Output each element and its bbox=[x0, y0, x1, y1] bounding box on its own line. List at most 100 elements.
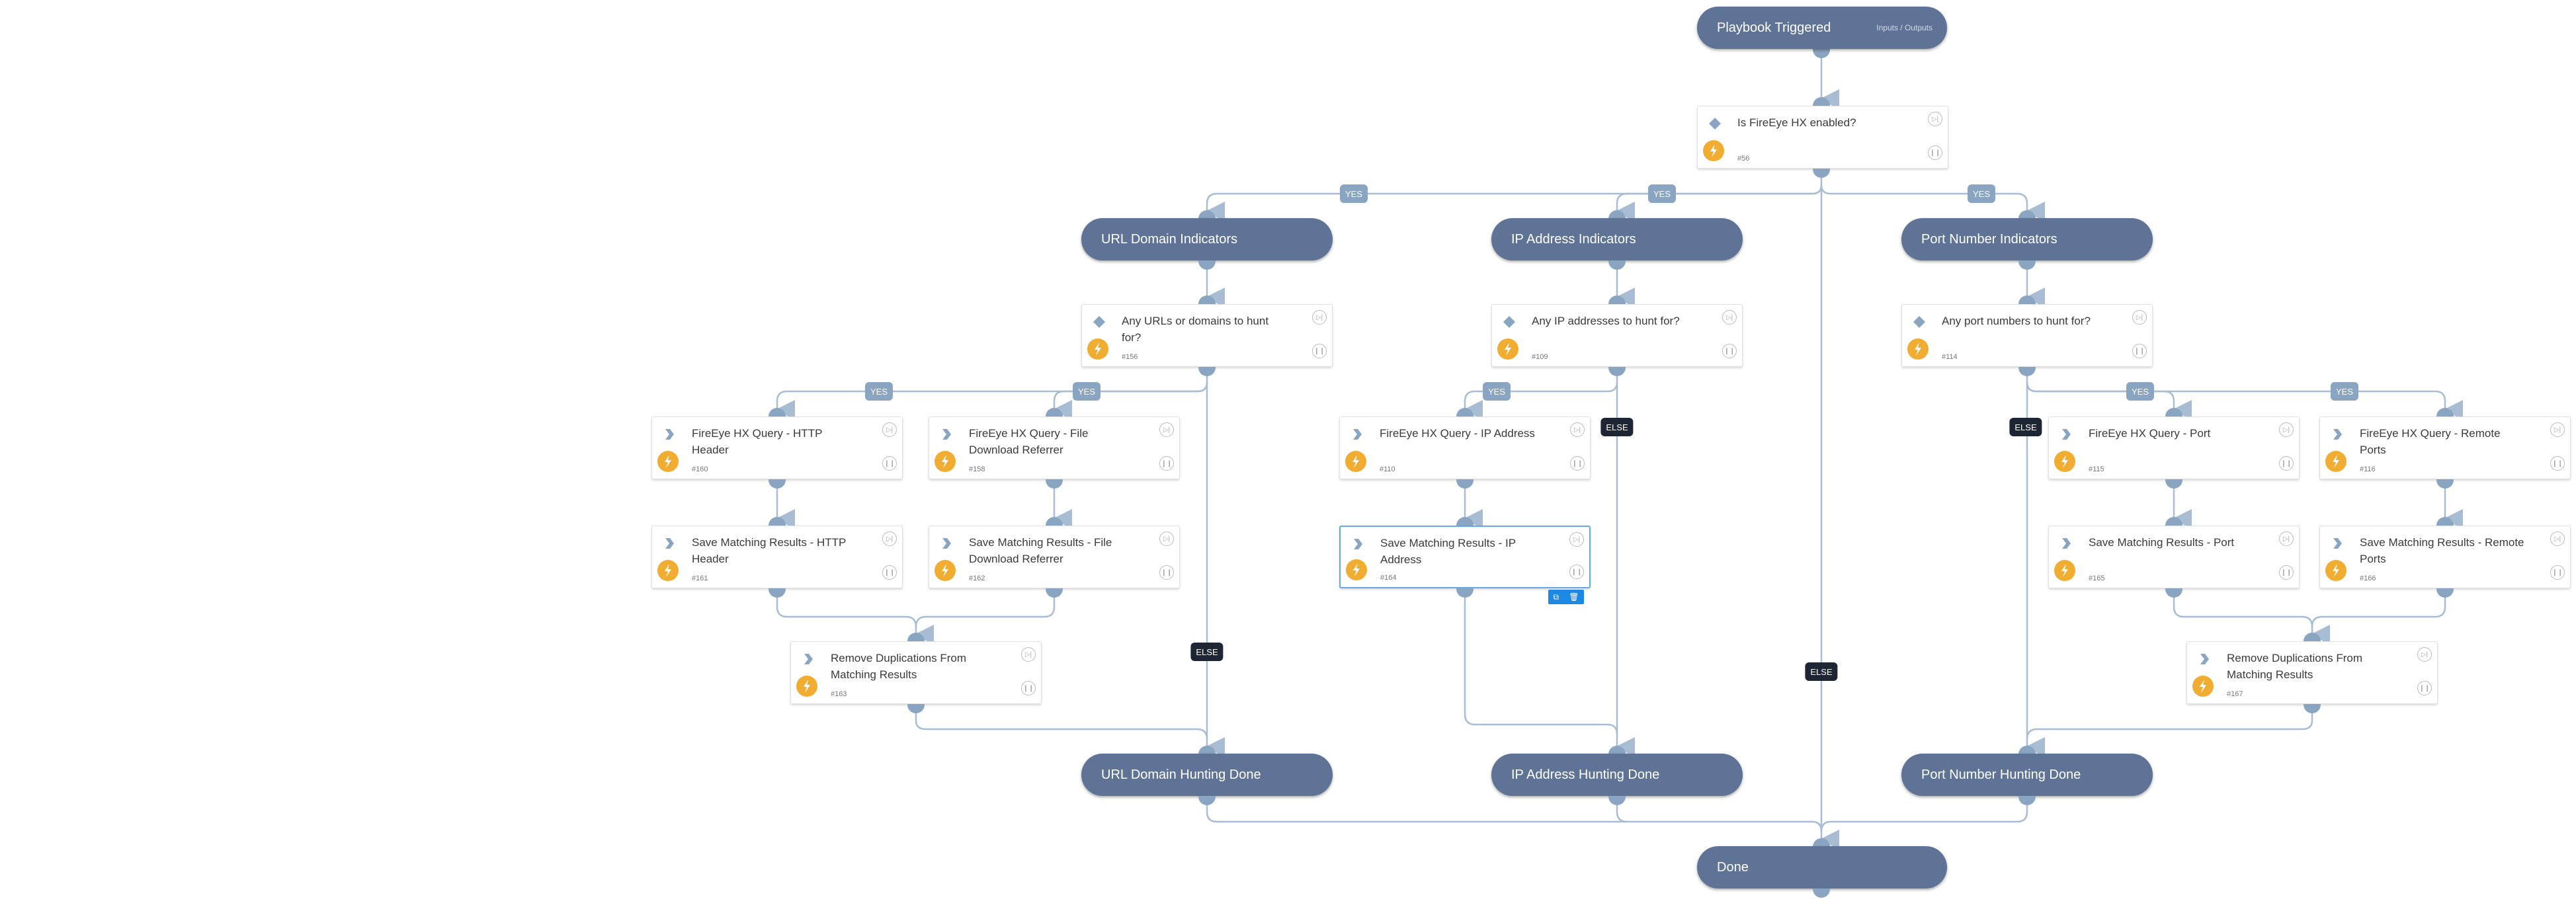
pause-icon[interactable]: ❙❙ bbox=[882, 456, 897, 471]
playbook-task[interactable]: FireEye HX Query - Remote Ports #116 ▷| ❙❙ bbox=[2319, 416, 2571, 479]
skip-icon[interactable]: ▷| bbox=[882, 531, 897, 546]
task-id: #56 bbox=[1737, 155, 1750, 163]
pause-icon[interactable]: ❙❙ bbox=[2279, 456, 2294, 471]
playbook-task[interactable]: FireEye HX Query - HTTP Header #160 ▷| ❙❙ bbox=[651, 416, 903, 479]
skip-icon[interactable]: ▷| bbox=[2550, 531, 2565, 546]
task-id: #166 bbox=[2360, 574, 2376, 582]
task-id: #160 bbox=[692, 465, 708, 473]
skip-icon[interactable]: ▷| bbox=[2417, 647, 2432, 662]
else-branch-label: ELSE bbox=[1805, 662, 1838, 681]
pause-icon[interactable]: ❙❙ bbox=[1569, 565, 1584, 579]
skip-icon[interactable]: ▷| bbox=[2279, 531, 2294, 546]
automation-bolt-icon bbox=[1346, 559, 1367, 580]
skip-icon[interactable]: ▷| bbox=[1928, 112, 1942, 126]
pause-icon[interactable]: ❙❙ bbox=[2417, 681, 2432, 695]
trash-icon[interactable]: 🗑 bbox=[1569, 592, 1579, 602]
automation-bolt-icon bbox=[2192, 676, 2214, 697]
skip-icon[interactable]: ▷| bbox=[1021, 647, 1036, 662]
yes-branch-label: YES bbox=[864, 382, 893, 401]
playbook-task[interactable]: Save Matching Results - Remote Ports #166… bbox=[2319, 526, 2571, 588]
section-label: IP Address Indicators bbox=[1511, 231, 1636, 247]
pause-icon[interactable]: ❙❙ bbox=[1021, 681, 1036, 695]
condition-task[interactable]: Any port numbers to hunt for? #114 ▷| ❙❙ bbox=[1901, 304, 2153, 367]
pause-icon[interactable]: ❙❙ bbox=[882, 565, 897, 580]
skip-icon[interactable]: ▷| bbox=[1159, 531, 1174, 546]
condition-diamond-icon bbox=[1093, 316, 1105, 328]
pause-icon[interactable]: ❙❙ bbox=[2550, 456, 2565, 471]
section-ip-address-indicators[interactable]: IP Address Indicators bbox=[1491, 218, 1743, 260]
automation-bolt-icon bbox=[1345, 451, 1366, 472]
section-label: URL Domain Hunting Done bbox=[1101, 767, 1261, 782]
chevron-right-icon bbox=[2333, 538, 2342, 549]
section-label: Port Number Indicators bbox=[1921, 231, 2057, 247]
yes-branch-label: YES bbox=[1072, 382, 1101, 401]
yes-branch-label: YES bbox=[1482, 382, 1511, 401]
pause-icon[interactable]: ❙❙ bbox=[1722, 344, 1737, 358]
condition-diamond-icon bbox=[1503, 316, 1515, 328]
edge bbox=[915, 593, 1056, 627]
task-id: #163 bbox=[831, 690, 847, 698]
chevron-right-icon bbox=[804, 654, 813, 664]
pause-icon[interactable]: ❙❙ bbox=[1928, 145, 1942, 160]
playbook-task[interactable]: Save Matching Results - Port #165 ▷| ❙❙ bbox=[2048, 526, 2300, 588]
edge bbox=[1206, 801, 1823, 832]
section-port-number-indicators[interactable]: Port Number Indicators bbox=[1901, 218, 2153, 260]
section-port-number-hunting-done[interactable]: Port Number Hunting Done bbox=[1901, 754, 2153, 796]
pause-icon[interactable]: ❙❙ bbox=[1570, 456, 1585, 471]
copy-icon[interactable]: ⧉ bbox=[1554, 592, 1559, 602]
edge bbox=[2173, 593, 2330, 645]
task-title: FireEye HX Query - Remote Ports bbox=[2360, 427, 2501, 456]
skip-icon[interactable]: ▷| bbox=[882, 422, 897, 437]
pause-icon[interactable]: ❙❙ bbox=[2550, 565, 2565, 580]
pause-icon[interactable]: ❙❙ bbox=[2279, 565, 2294, 580]
skip-icon[interactable]: ▷| bbox=[1569, 532, 1584, 547]
else-branch-label: ELSE bbox=[1600, 418, 1634, 436]
task-id: #164 bbox=[1380, 574, 1397, 582]
pause-icon[interactable]: ❙❙ bbox=[1159, 565, 1174, 580]
yes-branch-label: YES bbox=[1339, 184, 1368, 203]
playbook-triggered-node[interactable]: Playbook Triggered Inputs / Outputs bbox=[1697, 7, 1947, 49]
automation-bolt-icon bbox=[657, 451, 679, 472]
task-title: Save Matching Results - Remote Ports bbox=[2360, 536, 2524, 565]
task-title: Save Matching Results - File Download Re… bbox=[969, 536, 1112, 565]
done-node[interactable]: Done bbox=[1697, 846, 1947, 888]
pause-icon[interactable]: ❙❙ bbox=[1312, 344, 1327, 358]
condition-task[interactable]: Any URLs or domains to hunt for? #156 ▷| ❙❙ bbox=[1081, 304, 1333, 367]
edge bbox=[776, 593, 934, 645]
chevron-right-icon bbox=[2200, 654, 2209, 664]
playbook-task[interactable]: FireEye HX Query - IP Address #110 ▷| ❙❙ bbox=[1339, 416, 1591, 479]
playbook-task[interactable]: FireEye HX Query - Port #115 ▷| ❙❙ bbox=[2048, 416, 2300, 479]
skip-icon[interactable]: ▷| bbox=[2279, 422, 2294, 437]
task-title: FireEye HX Query - IP Address bbox=[1380, 427, 1535, 440]
playbook-task[interactable]: Save Matching Results - HTTP Header #161 ▷… bbox=[651, 526, 903, 588]
automation-bolt-icon bbox=[2325, 560, 2347, 581]
automation-bolt-icon bbox=[2054, 451, 2075, 472]
playbook-task[interactable]: Remove Duplications From Matching Result… bbox=[790, 641, 1042, 704]
skip-icon[interactable]: ▷| bbox=[1159, 422, 1174, 437]
selected-task-toolbar: ⧉ 🗑 bbox=[1548, 590, 1584, 604]
playbook-task[interactable]: FireEye HX Query - File Download Referre… bbox=[929, 416, 1180, 479]
chevron-right-icon bbox=[665, 429, 674, 440]
skip-icon[interactable]: ▷| bbox=[2550, 422, 2565, 437]
chevron-right-icon bbox=[1353, 429, 1362, 440]
skip-icon[interactable]: ▷| bbox=[1570, 422, 1585, 437]
skip-icon[interactable]: ▷| bbox=[2132, 310, 2147, 325]
playbook-task[interactable]: Save Matching Results - File Download Re… bbox=[929, 526, 1180, 588]
pause-icon[interactable]: ❙❙ bbox=[1159, 456, 1174, 471]
skip-icon[interactable]: ▷| bbox=[1722, 310, 1737, 325]
condition-task[interactable]: Is FireEye HX enabled? #56 ▷| ❙❙ bbox=[1697, 106, 1948, 169]
playbook-task[interactable]: Save Matching Results - IP Address #164 ▷|… bbox=[1339, 526, 1591, 588]
chevron-right-icon bbox=[2062, 429, 2071, 440]
edge bbox=[915, 709, 1208, 740]
playbook-task[interactable]: Remove Duplications From Matching Result… bbox=[2186, 641, 2438, 704]
skip-icon[interactable]: ▷| bbox=[1312, 310, 1327, 325]
section-label: URL Domain Indicators bbox=[1101, 231, 1238, 247]
task-id: #115 bbox=[2089, 465, 2104, 473]
automation-bolt-icon bbox=[935, 560, 956, 581]
inputs-outputs-link[interactable]: Inputs / Outputs bbox=[1876, 23, 1932, 32]
condition-task[interactable]: Any IP addresses to hunt for? #109 ▷| ❙❙ bbox=[1491, 304, 1743, 367]
section-url-domain-indicators[interactable]: URL Domain Indicators bbox=[1081, 218, 1333, 260]
pause-icon[interactable]: ❙❙ bbox=[2132, 344, 2147, 358]
section-ip-address-hunting-done[interactable]: IP Address Hunting Done bbox=[1491, 754, 1743, 796]
section-url-domain-hunting-done[interactable]: URL Domain Hunting Done bbox=[1081, 754, 1333, 796]
